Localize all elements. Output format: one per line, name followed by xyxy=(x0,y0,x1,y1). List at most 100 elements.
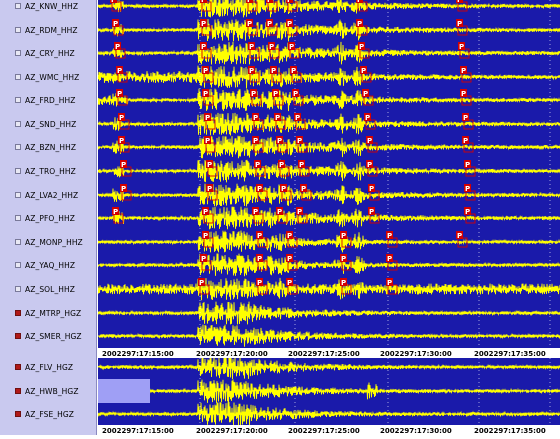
channel-row[interactable]: AZ_MONP_HHZ xyxy=(0,234,97,250)
seismic-viewer-window: AZ_KNW_HHZ AZ_RDM_HHZ AZ_CRY_HHZ AZ_WMC_HHZ… xyxy=(0,0,560,435)
pick-label: P xyxy=(249,43,254,51)
channel-checkbox[interactable] xyxy=(15,97,21,103)
pick-label: P xyxy=(387,255,392,263)
pick-label: P xyxy=(255,161,260,169)
channel-checkbox[interactable] xyxy=(15,50,21,56)
channel-label: AZ_FRD_HHZ xyxy=(25,95,76,105)
pick-label: P xyxy=(341,255,346,263)
channel-checkbox[interactable] xyxy=(15,411,21,417)
pick-label: P xyxy=(367,137,372,145)
channel-label: AZ_HWB_HGZ xyxy=(25,386,79,396)
pick-label: P xyxy=(341,232,346,240)
channel-checkbox[interactable] xyxy=(15,144,21,150)
channel-checkbox[interactable] xyxy=(15,310,21,316)
pick-label: P xyxy=(299,161,304,169)
channel-row[interactable]: AZ_LVA2_HHZ xyxy=(0,187,97,203)
lower-time-label: 2002297:17:25:00 xyxy=(288,427,360,435)
channel-row[interactable]: AZ_SMER_HGZ xyxy=(0,328,97,344)
channel-checkbox[interactable] xyxy=(15,364,21,370)
pick-label: P xyxy=(247,20,252,28)
pick-label: P xyxy=(341,279,346,287)
channel-label: AZ_YAQ_HHZ xyxy=(25,260,76,270)
pick-label: P xyxy=(119,114,124,122)
channel-row[interactable]: AZ_CRY_HHZ xyxy=(0,45,97,61)
channel-row[interactable]: AZ_SOL_HHZ xyxy=(0,281,97,297)
pick-label: P xyxy=(249,67,254,75)
pick-label: P xyxy=(457,20,462,28)
pick-label: P xyxy=(257,185,262,193)
pick-label: P xyxy=(115,43,120,51)
pick-label: P xyxy=(369,208,374,216)
channel-checkbox[interactable] xyxy=(15,3,21,9)
channel-label: AZ_RDM_HHZ xyxy=(25,25,78,35)
pick-label: P xyxy=(301,185,306,193)
channel-row[interactable]: AZ_TRO_HHZ xyxy=(0,163,97,179)
channel-row[interactable]: AZ_FSE_HGZ xyxy=(0,406,97,422)
pick-label: P xyxy=(113,20,118,28)
channel-row[interactable]: AZ_WMC_HHZ xyxy=(0,69,97,85)
pick-label: P xyxy=(465,185,470,193)
pick-label: P xyxy=(273,90,278,98)
channel-checkbox[interactable] xyxy=(15,215,21,221)
channel-row[interactable]: AZ_FRD_HHZ xyxy=(0,92,97,108)
channel-checkbox[interactable] xyxy=(15,192,21,198)
channel-row[interactable]: AZ_RDM_HHZ xyxy=(0,22,97,38)
pick-label: P xyxy=(201,43,206,51)
channel-checkbox[interactable] xyxy=(15,74,21,80)
channel-row[interactable]: AZ_KNW_HHZ xyxy=(0,0,97,14)
pick-label: P xyxy=(357,0,362,4)
channel-row[interactable]: AZ_YAQ_HHZ xyxy=(0,257,97,273)
channel-checkbox[interactable] xyxy=(15,333,21,339)
pick-label: P xyxy=(365,114,370,122)
pick-label: P xyxy=(257,232,262,240)
channel-label: AZ_PFO_HHZ xyxy=(25,213,75,223)
waveform-display[interactable]: P P P P P P P P P P P P P P P P P P P P P P P P P P P P P P P P P P P P P P P P… xyxy=(97,0,560,435)
pick-label: P xyxy=(201,0,206,4)
channel-checkbox[interactable] xyxy=(15,262,21,268)
selection-block[interactable] xyxy=(98,379,150,403)
pick-label: P xyxy=(117,67,122,75)
pick-label: P xyxy=(465,161,470,169)
pick-label: P xyxy=(201,255,206,263)
channel-row[interactable]: AZ_HWB_HGZ xyxy=(0,383,97,399)
lower-time-label: 2002297:17:35:00 xyxy=(474,427,546,435)
channel-label: AZ_SMER_HGZ xyxy=(25,331,82,341)
channel-row[interactable]: AZ_MTRP_HGZ xyxy=(0,305,97,321)
pick-label: P xyxy=(387,232,392,240)
channel-row[interactable]: AZ_FLV_HGZ xyxy=(0,359,97,375)
channel-label: AZ_WMC_HHZ xyxy=(25,72,80,82)
pick-label: P xyxy=(207,161,212,169)
lower-time-label: 2002297:17:30:00 xyxy=(380,427,452,435)
channel-checkbox[interactable] xyxy=(15,388,21,394)
pick-label: P xyxy=(205,114,210,122)
pick-label: P xyxy=(203,208,208,216)
pick-label: P xyxy=(251,90,256,98)
upper-time-label: 2002297:17:20:00 xyxy=(196,350,268,358)
pick-label: P xyxy=(295,114,300,122)
channel-checkbox[interactable] xyxy=(15,121,21,127)
pick-label: P xyxy=(287,255,292,263)
pick-label: P xyxy=(359,43,364,51)
pick-label: P xyxy=(291,67,296,75)
pick-label: P xyxy=(281,185,286,193)
channel-checkbox[interactable] xyxy=(15,27,21,33)
lower-time-label: 2002297:17:15:00 xyxy=(102,427,174,435)
pick-label: P xyxy=(387,279,392,287)
upper-time-label: 2002297:17:25:00 xyxy=(288,350,360,358)
channel-checkbox[interactable] xyxy=(15,286,21,292)
pick-label: P xyxy=(289,43,294,51)
pick-label: P xyxy=(357,20,362,28)
pick-label: P xyxy=(199,279,204,287)
pick-label: P xyxy=(287,20,292,28)
channel-label: AZ_CRY_HHZ xyxy=(25,48,75,58)
channel-checkbox[interactable] xyxy=(15,239,21,245)
pick-label: P xyxy=(267,0,272,4)
waveform-canvas[interactable]: P P P P P P P P P P P P P P P P P P P P P P P P P P P P P P P P P P P P P P P P… xyxy=(97,0,560,435)
channel-row[interactable]: AZ_BZN_HHZ xyxy=(0,139,97,155)
pick-label: P xyxy=(287,232,292,240)
channel-row[interactable]: AZ_SND_HHZ xyxy=(0,116,97,132)
channel-row[interactable]: AZ_PFO_HHZ xyxy=(0,210,97,226)
channel-label: AZ_MTRP_HGZ xyxy=(25,308,82,318)
channel-checkbox[interactable] xyxy=(15,168,21,174)
pick-label: P xyxy=(363,90,368,98)
